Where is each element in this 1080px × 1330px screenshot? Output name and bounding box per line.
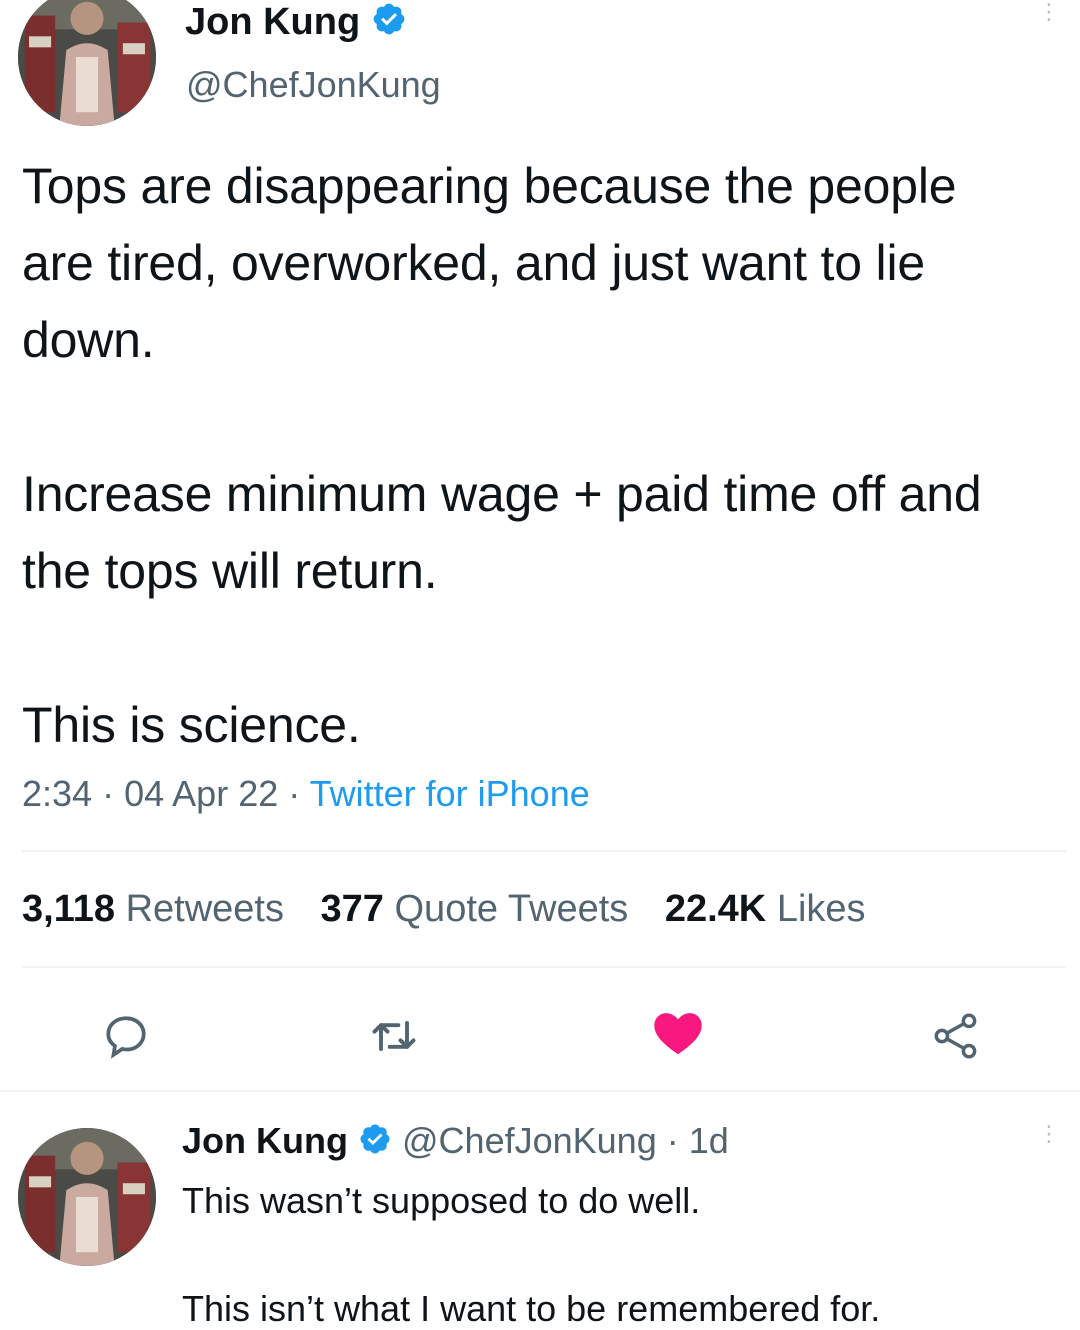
retweet-icon: [372, 1021, 416, 1051]
quotes-label: Quote Tweets: [394, 888, 629, 930]
reply-icon: [106, 1016, 146, 1059]
tweet-text: Tops are disappearing because the people…: [22, 148, 1062, 764]
tweet-paragraph: Increase minimum wage + paid time off an…: [22, 466, 982, 599]
heart-icon: [654, 1013, 702, 1055]
reply-text-line: This wasn’t supposed to do well.: [182, 1180, 701, 1221]
likes-count: 22.4K: [664, 888, 767, 930]
tweet-paragraph: Tops are disappearing because the people…: [22, 158, 957, 368]
divider: [22, 850, 1066, 852]
reply-more-options-icon[interactable]: ⋮: [1038, 1123, 1060, 1145]
divider: [0, 1090, 1080, 1092]
tweet-meta: 2:34 · 04 Apr 22 · Twitter for iPhone: [22, 773, 590, 815]
verified-badge-icon: [358, 1122, 392, 1165]
profile-photo: [18, 1128, 156, 1266]
reply-author-handle[interactable]: @ChefJonKung: [402, 1120, 657, 1161]
retweets-stat[interactable]: 3,118 Retweets: [22, 888, 295, 930]
tweet-time[interactable]: 2:34: [22, 773, 92, 814]
reply-button[interactable]: [96, 1006, 156, 1066]
meta-separator: ·: [288, 773, 301, 814]
tweet-source[interactable]: Twitter for iPhone: [310, 773, 590, 814]
reply-avatar[interactable]: [18, 1128, 156, 1266]
share-button[interactable]: [926, 1006, 986, 1066]
quotes-count: 377: [320, 888, 384, 930]
retweet-button[interactable]: [364, 1006, 424, 1066]
quotes-stat[interactable]: 377 Quote Tweets: [321, 888, 639, 930]
tweet-stats: 3,118 Retweets 377 Quote Tweets 22.4K Li…: [22, 888, 892, 931]
retweets-count: 3,118: [22, 888, 115, 930]
tweet-date[interactable]: 04 Apr 22: [124, 773, 278, 814]
reply-author-name[interactable]: Jon Kung: [182, 1120, 348, 1161]
likes-stat[interactable]: 22.4K Likes: [665, 888, 866, 930]
reply-separator: ·: [666, 1120, 679, 1161]
like-button[interactable]: [648, 1002, 708, 1062]
retweets-label: Retweets: [125, 888, 284, 930]
more-options-icon[interactable]: ⋮: [1038, 1, 1060, 23]
share-icon: [934, 1013, 977, 1059]
reply-text-line: This isn’t what I want to be remembered …: [182, 1288, 881, 1329]
likes-label: Likes: [776, 888, 866, 930]
reply-time[interactable]: 1d: [689, 1120, 729, 1161]
verified-badge-icon: [371, 1, 407, 47]
avatar[interactable]: [18, 0, 156, 126]
author-handle[interactable]: @ChefJonKung: [186, 64, 441, 106]
reply-header: Jon Kung @ChefJonKung · 1d: [182, 1120, 729, 1165]
divider: [22, 966, 1066, 968]
author-name[interactable]: Jon Kung: [185, 1, 360, 43]
meta-separator: ·: [102, 773, 115, 814]
tweet-paragraph: This is science.: [22, 697, 361, 753]
profile-photo: [18, 0, 156, 126]
